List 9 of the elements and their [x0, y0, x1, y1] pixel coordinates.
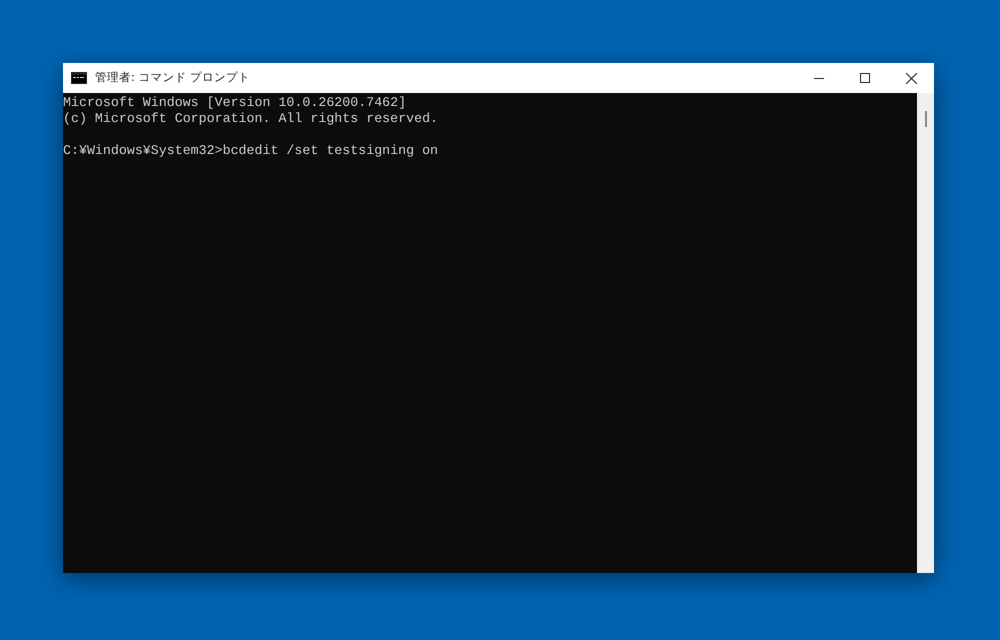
console-line: Microsoft Windows [Version 10.0.26200.7462]	[63, 95, 406, 111]
scrollbar-thumb[interactable]	[924, 111, 926, 127]
window-title: 管理者: コマンド プロンプト	[95, 69, 250, 86]
console-line: C:¥Windows¥System32>bcdedit /set testsigning on	[63, 143, 438, 159]
console-line: (c) Microsoft Corporation. All rights reserved.	[63, 111, 438, 127]
maximize-icon	[860, 73, 870, 83]
close-icon	[906, 72, 916, 84]
scrollbar[interactable]	[917, 93, 934, 573]
terminal-icon	[71, 72, 87, 84]
